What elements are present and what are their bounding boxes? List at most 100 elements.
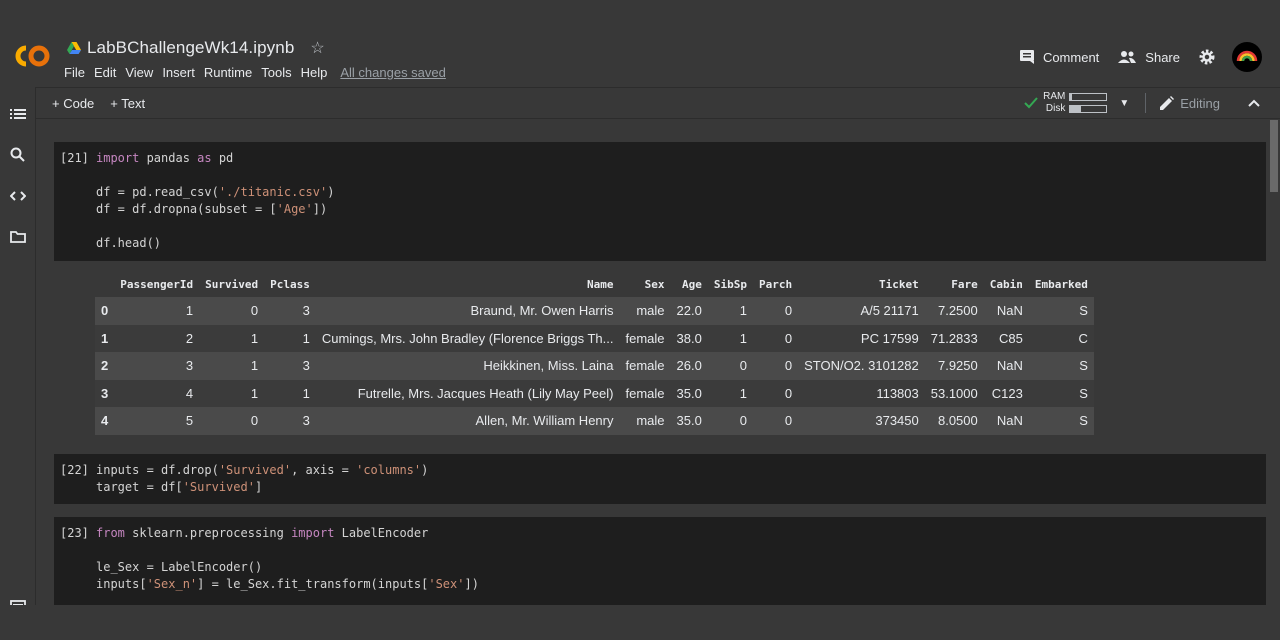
table-cell: 3 [264, 297, 316, 325]
table-cell: C123 [983, 379, 1029, 407]
menu-runtime[interactable]: Runtime [204, 65, 252, 80]
gear-icon[interactable] [1198, 48, 1216, 66]
code-token: inputs[ [96, 577, 147, 591]
code-token: ) [327, 185, 335, 199]
column-header: Name [586, 278, 614, 291]
menu-view[interactable]: View [125, 65, 153, 80]
column-header: Parch [758, 278, 793, 291]
save-status-link[interactable]: All changes saved [340, 65, 446, 80]
code-cell-21[interactable]: [21] import pandas as pd df = pd.read_csv… [54, 142, 1266, 261]
code-string: 'Age' [276, 202, 313, 216]
table-cell: female [619, 379, 671, 407]
table-cell: 0 [707, 407, 753, 435]
ram-label: RAM [1043, 91, 1066, 102]
table-row: 1 2 1 1 Cumings, Mrs. John Bradley (Florence… [95, 324, 1094, 352]
add-code-button[interactable]: + Code [52, 96, 94, 111]
table-cell: C85 [983, 324, 1029, 352]
divider [1145, 93, 1147, 113]
editing-mode-button[interactable]: Editing [1160, 96, 1220, 111]
table-cell: 373450 [798, 407, 925, 435]
code-token: ]) [464, 577, 479, 591]
table-cell: 8.0500 [924, 407, 984, 435]
table-cell: 4 [114, 379, 200, 407]
cell-code[interactable]: from sklearn.preprocessing import LabelE… [96, 525, 479, 593]
search-icon[interactable] [10, 147, 26, 163]
code-snippets-icon[interactable] [10, 189, 26, 203]
column-header: Ticket [879, 278, 919, 291]
scrollbar[interactable] [1268, 120, 1280, 605]
table-cell: 0 [199, 407, 265, 435]
code-string: 'Sex_n' [146, 577, 198, 591]
table-cell: C [1028, 324, 1094, 352]
code-cell-23[interactable]: [23] from sklearn.preprocessing import L… [54, 517, 1266, 605]
table-cell: PC 17599 [798, 324, 925, 352]
resources-indicator[interactable]: RAM Disk [1023, 91, 1108, 115]
code-string: './titanic.csv' [218, 185, 328, 199]
scrollbar-thumb[interactable] [1270, 120, 1278, 192]
column-header: Age [681, 278, 702, 291]
code-token: le_Sex = LabelEncoder() [96, 560, 263, 574]
colab-logo-icon[interactable] [12, 42, 52, 70]
drive-icon[interactable] [67, 41, 81, 55]
bottom-bar [0, 605, 1280, 640]
table-cell: S [1028, 297, 1094, 325]
table-row: 0 1 0 3 Braund, Mr. Owen Harris male 22.0 1 0 A/5… [95, 297, 1094, 325]
column-header: PassengerId [120, 278, 194, 291]
table-cell: 0 [707, 352, 753, 380]
table-cell: STON/O2. 3101282 [798, 352, 925, 380]
chevron-up-icon[interactable] [1248, 99, 1260, 107]
code-keyword: import [291, 526, 335, 540]
editing-label: Editing [1180, 95, 1220, 111]
table-cell: Braund, Mr. Owen Harris [315, 297, 620, 325]
notebook-area: [21] import pandas as pd df = pd.read_csv… [36, 120, 1268, 605]
row-index: 2 [95, 352, 115, 380]
menu-help[interactable]: Help [301, 65, 328, 80]
menu-edit[interactable]: Edit [94, 65, 116, 80]
table-cell: S [1028, 407, 1094, 435]
table-cell: S [1028, 352, 1094, 380]
table-cell: Allen, Mr. William Henry [315, 407, 620, 435]
toc-icon[interactable] [10, 107, 26, 121]
star-icon[interactable]: ☆ [310, 38, 324, 58]
table-cell: S [1028, 379, 1094, 407]
folder-icon[interactable] [10, 230, 26, 244]
table-row: 3 4 1 1 Futrelle, Mrs. Jacques Heath (Lily M… [95, 379, 1094, 407]
avatar-image [1236, 50, 1258, 62]
document-title[interactable]: LabBChallengeWk14.ipynb [87, 38, 294, 58]
table-cell: 1 [199, 379, 265, 407]
code-cell-22[interactable]: [22] inputs = df.drop('Survived', axis =… [54, 454, 1266, 504]
menu-insert[interactable]: Insert [162, 65, 195, 80]
chevron-down-icon[interactable]: ▼ [1119, 98, 1129, 109]
left-sidebar [0, 87, 36, 640]
share-button[interactable]: Share [1117, 50, 1180, 65]
table-cell: NaN [983, 407, 1029, 435]
menu-file[interactable]: File [64, 65, 85, 80]
comment-button[interactable]: Comment [1019, 49, 1099, 65]
table-cell: 0 [199, 297, 265, 325]
add-text-button[interactable]: + Text [110, 96, 145, 111]
avatar[interactable] [1232, 42, 1262, 72]
table-cell: 0 [752, 324, 799, 352]
table-cell: 35.0 [670, 407, 708, 435]
header: LabBChallengeWk14.ipynb ☆ File Edit View… [0, 0, 1280, 87]
code-keyword: from [96, 526, 125, 540]
table-cell: NaN [983, 352, 1029, 380]
menu-tools[interactable]: Tools [261, 65, 291, 80]
column-header: Fare [951, 278, 978, 291]
table-cell: 3 [114, 352, 200, 380]
table-cell: 1 [707, 379, 753, 407]
column-header: Pclass [270, 278, 310, 291]
table-cell: 2 [114, 324, 200, 352]
code-token: , axis = [291, 463, 357, 477]
table-cell: 0 [752, 297, 799, 325]
share-icon [1118, 51, 1137, 63]
cell-code[interactable]: inputs = df.drop('Survived', axis = 'col… [96, 462, 428, 496]
table-cell: 35.0 [670, 379, 708, 407]
table-cell: 22.0 [670, 297, 708, 325]
cell-code[interactable]: import pandas as pd df = pd.read_csv('./t… [96, 150, 334, 252]
code-line: import pandas as pd [96, 150, 334, 167]
table-cell: 0 [752, 379, 799, 407]
comment-icon [1019, 50, 1034, 64]
